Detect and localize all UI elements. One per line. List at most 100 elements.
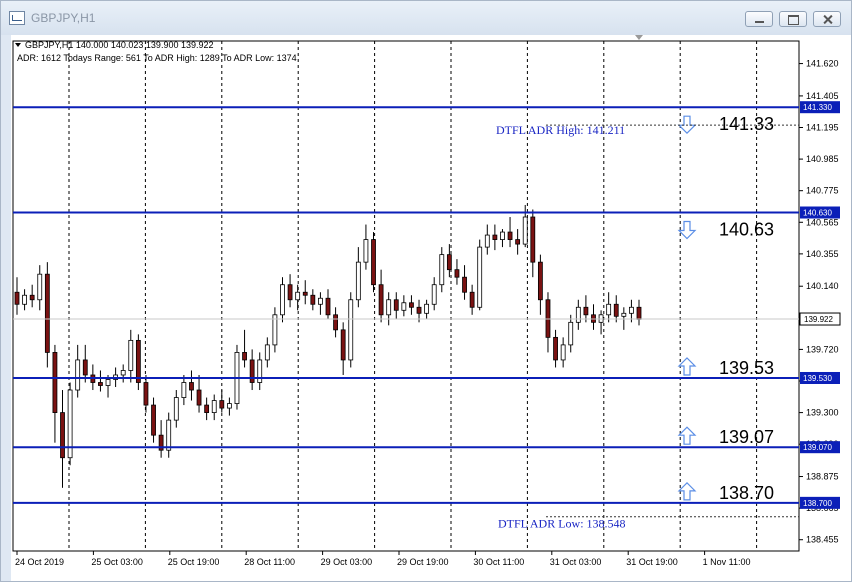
y-tick-label: 138.455 [806,535,839,545]
candle-bull [257,359,263,383]
candle-bull [181,382,187,398]
x-tick-label: 30 Oct 11:00 [473,557,524,567]
window-title: GBPJPY,H1 [31,11,96,25]
candle-bull [629,306,634,314]
candle-bear [14,291,20,305]
plot-border [12,40,800,552]
info-header: GBPJPY,H1 140.000 140.023 139.900 139.92… [15,40,297,63]
candles [14,204,642,488]
x-tick-label: 31 Oct 03:00 [550,557,602,567]
level-price-tag-label: 139.530 [803,374,832,383]
candle-bear [219,400,225,409]
candle-bull [295,291,301,301]
x-tick-label: 31 Oct 19:00 [626,557,678,567]
candle-bull [166,419,172,451]
y-tick-label: 141.620 [806,59,839,69]
candle-bear [287,284,293,301]
candle-bear [446,254,452,271]
levels: 141.33 140.63 139.53 139.07 138.70 DTFL ADR H… [13,106,799,531]
candle-bull [128,339,134,371]
price-chart[interactable]: 141.33 140.63 139.53 139.07 138.70 DTFL ADR H… [11,35,851,581]
candle-bear [462,276,467,293]
candle-bear [44,273,50,353]
level-up-arrow-icon [677,426,697,445]
candle-bear [636,306,642,320]
level-value-label: 141.33 [719,114,774,134]
y-tick-label: 140.565 [806,217,839,227]
candle-bear [492,234,498,240]
candle-bear [371,239,376,286]
candle-bull [568,321,574,346]
minimize-button[interactable] [745,11,773,27]
chart-window: GBPJPY,H1 141.33 140.63 139.53 139.07 138.70… [0,0,852,582]
candle-bull [211,400,217,413]
chart-window-icon [9,11,25,25]
level-up-arrow-icon [677,482,697,501]
candle-bear [52,352,58,413]
candle-bear [409,302,414,308]
candle-bear [189,382,194,391]
candle-bear [143,382,149,406]
candle-bear [553,336,558,361]
candle-bear [469,291,475,308]
grid [12,35,800,552]
level-price-tag-label: 138.700 [803,499,832,508]
candle-bull [606,303,612,316]
x-tick-label: 28 Oct 11:00 [244,557,295,567]
y-tick-label: 139.300 [806,408,839,418]
candle-bull [575,306,581,323]
x-tick-label: 29 Oct 19:00 [397,557,449,567]
y-tick-label: 140.355 [806,249,839,259]
candle-bull [560,344,566,361]
candle-bull [37,273,43,301]
level-price-tag-label: 140.630 [803,209,832,218]
candle-bear [29,294,35,301]
candle-bull [280,284,285,316]
candle-bear [393,299,399,311]
candle-bear [249,359,255,383]
close-button[interactable] [813,11,841,27]
candle-bull [431,284,437,305]
candle-bull [439,254,445,286]
candle-bull [318,297,323,305]
x-tick-label: 29 Oct 03:00 [321,557,373,567]
candle-bear [325,297,331,316]
candle-bull [120,370,126,376]
x-tick-label: 25 Oct 03:00 [91,557,143,567]
y-tick-label: 139.720 [806,344,839,354]
candle-bear [333,314,338,331]
candle-bull [75,359,81,391]
maximize-button[interactable] [779,11,807,27]
candle-bull [22,294,27,305]
y-tick-label: 140.985 [806,154,839,164]
symbol-dropdown-icon[interactable] [15,43,21,47]
x-tick-label: 25 Oct 19:00 [168,557,220,567]
y-tick-label: 138.875 [806,472,839,482]
candle-bear [378,284,384,316]
candle-bear [515,239,521,245]
candle-bull [348,299,354,361]
title-bar[interactable]: GBPJPY,H1 [1,1,851,35]
candle-bear [60,412,65,459]
candle-bull [500,231,505,240]
candle-bear [204,404,210,413]
chart-shift-marker-icon[interactable] [635,35,643,40]
candle-bull [105,379,111,386]
candle-bear [530,216,536,263]
candle-bull [522,216,528,245]
candle-bull [484,234,490,248]
chart-canvas[interactable]: 141.33 140.63 139.53 139.07 138.70 DTFL ADR H… [11,35,851,581]
adr-info: ADR: 1612 Todays Range: 561 To ADR High:… [17,53,297,63]
y-tick-label: 140.775 [806,186,839,196]
candle-bull [424,303,430,314]
candle-bear [242,352,247,361]
candle-bull [363,239,369,263]
level-value-label: 139.07 [719,427,774,447]
x-tick-label: 24 Oct 2019 [15,557,64,567]
candle-bull [264,344,270,361]
x-tick-label: 1 Nov 11:00 [703,557,751,567]
level-down-arrow-icon [677,220,697,240]
candle-bear [537,261,543,301]
y-tick-label: 140.140 [806,281,839,291]
candle-bear [310,294,316,305]
